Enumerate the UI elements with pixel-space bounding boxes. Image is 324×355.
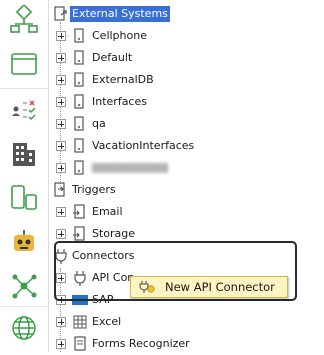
tree-node-label: Interfaces	[92, 95, 147, 108]
tree-node-label: Email	[92, 205, 123, 218]
expand-icon[interactable]	[56, 53, 66, 63]
devices-icon[interactable]	[6, 180, 42, 216]
tree-node-email[interactable]: Email	[49, 201, 324, 223]
new-connector-icon	[139, 281, 155, 293]
expand-icon[interactable]	[56, 31, 66, 41]
tree-node-triggers[interactable]: Triggers	[49, 179, 324, 201]
bot-icon[interactable]	[6, 224, 42, 260]
system-icon	[74, 28, 84, 43]
trigger-item-icon	[73, 204, 85, 219]
tree-node-label: Cellphone	[92, 29, 147, 42]
tree-node-qa[interactable]: qa	[49, 113, 324, 135]
tree-node-redacted[interactable]: ▆▆▆▆▆▆▆▆▆	[49, 157, 324, 179]
tree-node-label: External Systems	[70, 6, 170, 22]
system-icon	[74, 50, 84, 65]
context-menu: New API Connector	[130, 276, 288, 298]
workflow-icon[interactable]	[6, 2, 42, 38]
globe-icon[interactable]	[6, 310, 42, 346]
external-systems-icon	[54, 6, 67, 21]
tree-node-cellphone[interactable]: Cellphone	[49, 25, 324, 47]
rules-icon[interactable]	[6, 92, 42, 128]
forms-icon[interactable]	[6, 46, 42, 82]
building-icon[interactable]	[6, 136, 42, 172]
system-icon	[74, 94, 84, 109]
tree-node-label: Excel	[92, 315, 122, 328]
system-icon	[74, 116, 84, 131]
tree-node-default[interactable]: Default	[49, 47, 324, 69]
expand-icon[interactable]	[56, 317, 66, 327]
tree-node-label: Forms Recognizer	[92, 337, 190, 350]
system-icon	[74, 160, 84, 175]
form-icon	[74, 336, 86, 351]
expand-icon[interactable]	[56, 207, 66, 217]
expand-icon[interactable]	[56, 119, 66, 129]
expand-icon[interactable]	[56, 141, 66, 151]
tree-node-label: ExternalDB	[92, 73, 154, 86]
tree-node-label: Triggers	[72, 183, 116, 196]
system-icon	[74, 138, 84, 153]
left-icon-rail	[0, 0, 49, 352]
system-icon	[74, 72, 84, 87]
tree-node-label: Storage	[92, 227, 136, 240]
context-menu-item-label: New API Connector	[165, 280, 275, 294]
network-icon[interactable]	[6, 268, 42, 304]
triggers-icon	[54, 182, 65, 197]
tree-node-interfaces[interactable]: Interfaces	[49, 91, 324, 113]
tree-node-vacationinterfaces[interactable]: VacationInterfaces	[49, 135, 324, 157]
expand-icon[interactable]	[56, 75, 66, 85]
tree-node-externaldb[interactable]: ExternalDB	[49, 69, 324, 91]
tree-node-label: qa	[92, 117, 106, 130]
tree-node-label: VacationInterfaces	[92, 139, 195, 152]
context-menu-item-new-api-connector[interactable]: New API Connector	[131, 277, 287, 297]
rail-divider	[0, 306, 48, 307]
trigger-item-icon	[73, 226, 85, 241]
redacted-label: ▆▆▆▆▆▆▆▆▆	[92, 160, 169, 173]
expand-icon[interactable]	[56, 339, 66, 349]
rail-divider	[0, 88, 48, 89]
tree-node-excel[interactable]: Excel	[49, 311, 324, 333]
expand-icon[interactable]	[56, 229, 66, 239]
tree-node-label: Default	[92, 51, 133, 64]
expand-icon[interactable]	[56, 97, 66, 107]
excel-icon	[73, 315, 87, 329]
expand-icon[interactable]	[56, 163, 66, 173]
